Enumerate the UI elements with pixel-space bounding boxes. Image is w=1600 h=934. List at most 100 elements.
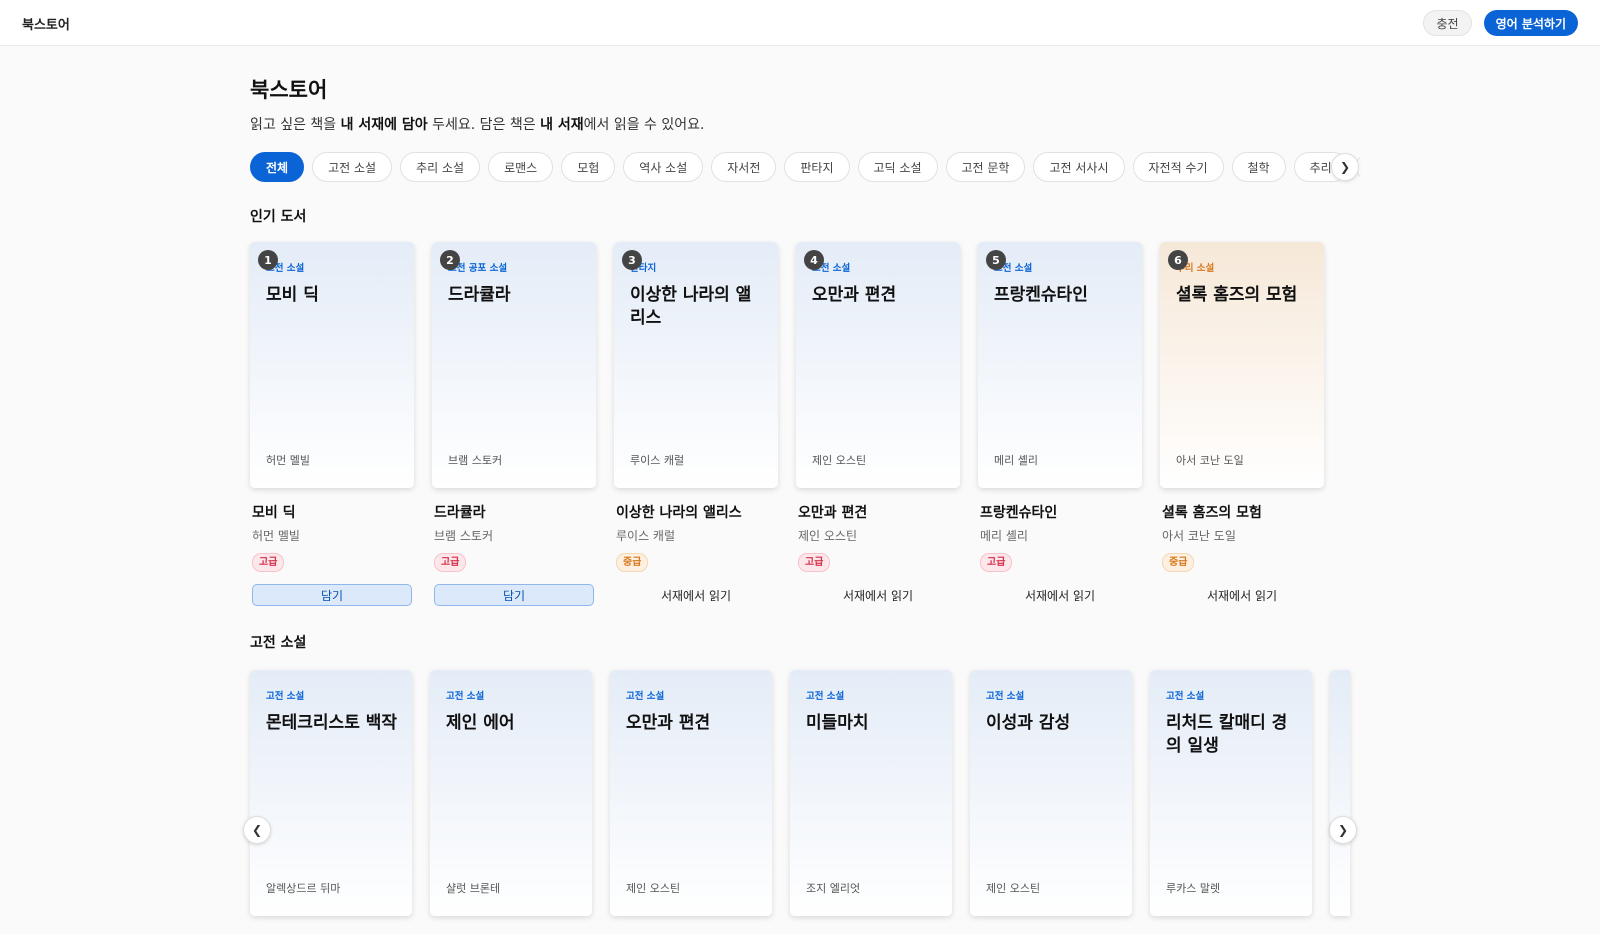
cover-title: 오만과 편견 (812, 285, 897, 305)
cover-title: 이상한 나라의 앨리스 (630, 285, 752, 328)
rank-badge: 1 (258, 250, 278, 270)
level-badge: 중급 (616, 553, 649, 572)
category-chip[interactable]: 전체 (250, 152, 305, 182)
rank-badge: 6 (1168, 250, 1188, 270)
book-cover[interactable]: 고전 소설제인 에어샬럿 브론테 (430, 670, 592, 916)
book-author: 루이스 캐럴 (616, 529, 676, 543)
level-badge: 고급 (434, 553, 467, 572)
rank-badge: 4 (804, 250, 824, 270)
book-cover[interactable]: 1 고전 소설 모비 딕 허먼 멜빌 (250, 242, 414, 488)
rank-badge: 3 (622, 250, 642, 270)
book-card: 3 판타지 이상한 나라의 앨리스 루이스 캐럴 이상한 나라의 앨리스 루이스 캐럴 중급… (614, 242, 778, 606)
category-chip[interactable]: 모험 (561, 152, 616, 182)
cover-author: 루이스 캐럴 (630, 454, 685, 467)
classic-section-title: 고전 소설 (250, 635, 307, 651)
book-author: 아서 코난 도일 (1162, 529, 1236, 543)
book-card: 2 고전 공포 소설 드라큘라 브램 스토커 드라큘라 브램 스토커 고급 담기 (432, 242, 596, 606)
cover-title: 셜록 홈즈의 모험 (1176, 285, 1298, 305)
read-in-shelf-button[interactable]: 서재에서 읽기 (616, 584, 776, 606)
category-chip[interactable]: 고전 소설 (312, 152, 393, 182)
chevron-left-icon[interactable]: ❮ (243, 816, 271, 844)
cover-title: 리처드 칼매디 경의 일생 (1166, 713, 1288, 756)
cover-author: 샬럿 브론테 (446, 882, 501, 895)
book-cover[interactable]: 고전 소설리처드 칼매디 경의 일생루카스 말렛 (1150, 670, 1312, 916)
category-chip[interactable]: 고전 서사시 (1033, 152, 1125, 182)
book-cover[interactable]: 5 고전 소설 프랑켄슈타인 메리 셸리 (978, 242, 1142, 488)
level-badge: 고급 (252, 553, 285, 572)
category-chip[interactable]: 고전 문학 (945, 152, 1026, 182)
category-chip[interactable]: 판타지 (784, 152, 850, 182)
category-chip[interactable]: 철학 (1231, 152, 1286, 182)
book-cover[interactable]: 고전 소설오만과 편견제인 오스틴 (610, 670, 772, 916)
book-cover[interactable]: 2 고전 공포 소설 드라큘라 브램 스토커 (432, 242, 596, 488)
book-card: 5 고전 소설 프랑켄슈타인 메리 셸리 프랑켄슈타인메리 셸리고급서재에서 읽기 (978, 242, 1142, 606)
read-in-shelf-button[interactable]: 서재에서 읽기 (980, 584, 1140, 606)
popular-section-title: 인기 도서 (250, 209, 307, 225)
book-cover[interactable]: 3 판타지 이상한 나라의 앨리스 루이스 캐럴 (614, 242, 778, 488)
cover-author: 루카스 말렛 (1166, 882, 1221, 895)
cover-author: 제인 오스틴 (986, 882, 1041, 895)
cover-title: 모비 딕 (266, 285, 319, 305)
book-card: 고전 소설 이성과 감성 제인 오스틴 (970, 670, 1132, 916)
read-in-shelf-button[interactable]: 서재에서 읽기 (798, 584, 958, 606)
analyze-english-button[interactable]: 영어 분석하기 (1483, 10, 1578, 36)
cover-title: 오만과 편견 (626, 713, 711, 733)
book-card: 고전 소설몬테크리스토 백작알렉상드르 뒤마 (250, 670, 412, 916)
add-to-shelf-button[interactable]: 담기 (252, 584, 412, 606)
book-cover[interactable]: 4 고전 소설 오만과 편견 제인 오스틴 (796, 242, 960, 488)
book-cover-peek[interactable] (1330, 670, 1350, 916)
category-chip[interactable]: 자전적 수기 (1132, 152, 1224, 182)
book-card: 4 고전 소설 오만과 편견 제인 오스틴 오만과 편견 제인 오스틴 고급 서재에서 읽기 (796, 242, 960, 606)
cover-genre: 고전 소설 (626, 691, 665, 702)
classic-book-row: 고전 소설 몬테크리스토 백작 알렉상드르 뒤마 고전 소설 제인 에어 샬럿 브론테 고전… (250, 670, 1350, 916)
book-author: 메리 셸리 (980, 529, 1028, 543)
book-card: 6 추리 소설 셜록 홈즈의 모험 아서 코난 도일 셜록 홈즈의 모험 아서 코난 도일… (1160, 242, 1324, 606)
cover-genre: 고전 소설 (1166, 691, 1205, 702)
category-chip[interactable]: 추리 소설 (400, 152, 481, 182)
charge-button[interactable]: 충전 (1423, 10, 1472, 36)
chevron-right-icon[interactable]: ❯ (1331, 153, 1359, 181)
book-author: 제인 오스틴 (798, 529, 858, 543)
cover-genre: 고전 소설 (446, 691, 485, 702)
category-chip[interactable]: 고딕 소설 (857, 152, 938, 182)
read-in-shelf-button[interactable]: 서재에서 읽기 (1162, 584, 1322, 606)
page-description: 읽고 싶은 책을 내 서재에 담아 두세요. 담은 책은 내 서재에서 읽을 수… (250, 117, 705, 133)
cover-author: 알렉상드르 뒤마 (266, 882, 341, 895)
category-chip[interactable]: 자서전 (711, 152, 777, 182)
cover-title: 프랑켄슈타인 (994, 285, 1088, 305)
category-chip[interactable]: 로맨스 (488, 152, 554, 182)
brand-logo[interactable]: 북스토어 (22, 14, 70, 33)
cover-author: 아서 코난 도일 (1176, 454, 1244, 467)
book-title: 드라큘라 (434, 505, 486, 521)
chevron-right-icon[interactable]: ❯ (1329, 816, 1357, 844)
cover-title: 드라큘라 (448, 285, 511, 305)
book-cover[interactable]: 고전 소설몬테크리스토 백작알렉상드르 뒤마 (250, 670, 412, 916)
level-badge: 중급 (1162, 553, 1195, 572)
book-card: 1 고전 소설 모비 딕 허먼 멜빌 모비 딕 허먼 멜빌 고급 담기 (250, 242, 414, 606)
add-to-shelf-button[interactable]: 담기 (434, 584, 594, 606)
book-title: 오만과 편견 (798, 505, 868, 521)
book-cover[interactable]: 고전 소설 이성과 감성 제인 오스틴 (970, 670, 1132, 916)
popular-book-row: 1 고전 소설 모비 딕 허먼 멜빌 모비 딕 허먼 멜빌 고급 담기 2 고전 공포 소설 드라큘… (250, 242, 1324, 606)
cover-author: 제인 오스틴 (626, 882, 681, 895)
book-card: 고전 소설리처드 칼매디 경의 일생루카스 말렛 (1150, 670, 1312, 916)
book-author: 브램 스토커 (434, 529, 494, 543)
book-cover[interactable]: 고전 소설 미들마치 조지 엘리엇 (790, 670, 952, 916)
book-title: 모비 딕 (252, 505, 296, 521)
book-card: 고전 소설 미들마치 조지 엘리엇 (790, 670, 952, 916)
book-author: 허먼 멜빌 (252, 529, 300, 543)
cover-author: 허먼 멜빌 (266, 454, 310, 467)
page-title: 북스토어 (250, 78, 328, 102)
cover-genre: 고전 소설 (266, 691, 305, 702)
cover-title: 이성과 감성 (986, 713, 1071, 733)
level-badge: 고급 (980, 553, 1013, 572)
cover-author: 제인 오스틴 (812, 454, 867, 467)
book-card: 고전 소설제인 에어샬럿 브론테 (430, 670, 592, 916)
cover-title: 제인 에어 (446, 713, 515, 733)
cover-title: 몬테크리스토 백작 (266, 713, 398, 733)
book-cover[interactable]: 6 추리 소설 셜록 홈즈의 모험 아서 코난 도일 (1160, 242, 1324, 488)
rank-badge: 2 (440, 250, 460, 270)
category-chip[interactable]: 역사 소설 (623, 152, 704, 182)
cover-title: 미들마치 (806, 713, 869, 733)
top-actions: 충전 영어 분석하기 (1423, 10, 1578, 36)
